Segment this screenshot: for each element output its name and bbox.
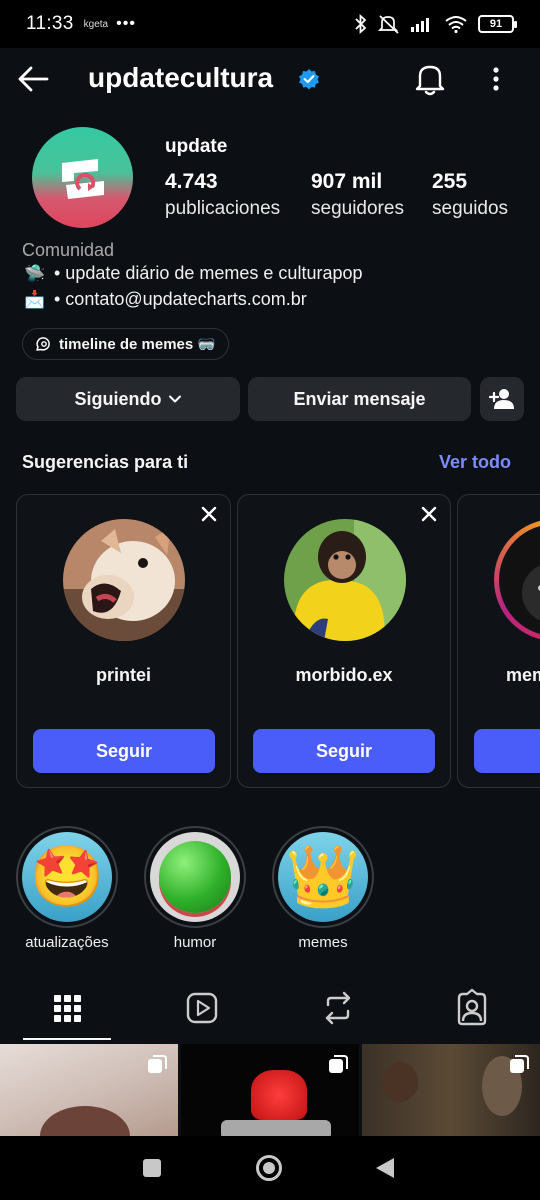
stat-posts-value: 4.743 xyxy=(165,170,218,193)
post-thumbnail xyxy=(251,1070,307,1120)
bluetooth-icon xyxy=(355,14,367,34)
highlight-memes[interactable]: 👑 memes xyxy=(271,826,375,951)
suggestion-handle[interactable]: mem xyxy=(458,665,540,686)
message-button[interactable]: Enviar mensaje xyxy=(248,377,471,421)
highlight-humor[interactable]: humor xyxy=(143,826,247,951)
carousel-icon xyxy=(329,1055,348,1073)
post-thumbnail xyxy=(382,1062,418,1102)
bio-line: 📩 • contato@updatecharts.com.br xyxy=(22,289,307,310)
back-button-icon[interactable] xyxy=(374,1156,396,1180)
highlight-cover: 🤩 xyxy=(22,832,112,922)
bio-text: • update diário de memes e culturapop xyxy=(54,263,363,283)
monkey-avatar-image xyxy=(284,519,406,641)
profile-header: updatecultura xyxy=(0,48,540,110)
threads-icon xyxy=(36,337,50,351)
highlight-cover: 👑 xyxy=(278,832,368,922)
suggestion-avatar[interactable] xyxy=(494,519,540,641)
grid-tab-icon[interactable] xyxy=(47,988,87,1028)
reposts-tab-icon[interactable] xyxy=(318,988,358,1028)
suggest-people-button[interactable] xyxy=(480,377,524,421)
threads-chip-label: timeline de memes 🥽 xyxy=(59,336,217,353)
verified-badge-icon xyxy=(299,69,319,90)
wifi-icon xyxy=(445,16,467,33)
post-thumbnail xyxy=(40,1106,130,1136)
ufo-icon: 🛸 xyxy=(24,263,46,283)
message-button-label: Enviar mensaje xyxy=(293,388,426,409)
tagged-tab-icon[interactable] xyxy=(452,988,492,1028)
suggestion-avatar[interactable] xyxy=(284,519,406,641)
more-options-icon[interactable] xyxy=(484,64,508,94)
update-logo-icon xyxy=(61,158,104,199)
following-button[interactable]: Siguiendo xyxy=(16,377,240,421)
threads-chip[interactable]: timeline de memes 🥽 xyxy=(22,328,230,360)
signal-icon xyxy=(411,18,429,32)
dismiss-icon[interactable] xyxy=(418,503,440,525)
reels-tab-icon[interactable] xyxy=(182,988,222,1028)
following-button-label: Siguiendo xyxy=(74,388,162,409)
add-person-icon xyxy=(489,389,514,409)
highlight-ring: 🤩 xyxy=(16,826,118,928)
follow-button[interactable]: S xyxy=(474,729,540,773)
dog-avatar-image xyxy=(63,519,185,641)
highlight-ring: 👑 xyxy=(272,826,374,928)
suggestion-card[interactable]: mem S xyxy=(457,494,540,788)
chevron-down-icon xyxy=(168,395,181,403)
bio-email-link[interactable]: • contato@updatecharts.com.br xyxy=(54,289,307,310)
suggestion-handle[interactable]: morbido.ex xyxy=(238,665,450,686)
stat-followers[interactable]: 907 mil seguidores xyxy=(311,170,404,220)
suggestion-handle[interactable]: printei xyxy=(17,665,230,686)
carousel-icon xyxy=(510,1055,529,1073)
status-more-dots: ••• xyxy=(116,15,136,32)
highlight-ring xyxy=(144,826,246,928)
follow-button[interactable]: Seguir xyxy=(253,729,435,773)
notification-bell-icon[interactable] xyxy=(414,62,446,96)
profile-category: Comunidad xyxy=(22,240,115,260)
system-navigation-bar xyxy=(0,1136,540,1200)
green-ball-icon xyxy=(159,841,231,913)
post-tile[interactable] xyxy=(0,1044,178,1136)
post-tile[interactable] xyxy=(181,1044,359,1136)
carousel-icon xyxy=(148,1055,167,1073)
highlight-label: atualizações xyxy=(25,934,109,951)
profile-username: updatecultura xyxy=(88,62,274,93)
envelope-icon: 📩 xyxy=(24,289,46,309)
suggestion-avatar[interactable] xyxy=(63,519,185,641)
stat-followers-label: seguidores xyxy=(311,198,404,219)
battery-level: 91 xyxy=(489,18,503,30)
recents-button-icon[interactable] xyxy=(142,1158,162,1178)
bio-line: 🛸 • update diário de memes e culturapop xyxy=(22,263,363,284)
stat-followers-value: 907 mil xyxy=(311,170,383,193)
battery-indicator: 91 xyxy=(478,15,517,33)
profile-avatar[interactable] xyxy=(32,127,133,228)
follow-button[interactable]: Seguir xyxy=(33,729,215,773)
suggestion-card[interactable]: printei Seguir xyxy=(16,494,231,788)
stat-posts-label: publicaciones xyxy=(165,198,281,219)
silent-icon xyxy=(378,15,399,34)
status-bar: 11:33 kgeta ••• 91 xyxy=(0,0,540,48)
stat-posts[interactable]: 4.743 publicaciones xyxy=(165,170,280,220)
suggestions-title: Sugerencias para ti xyxy=(22,452,189,472)
stat-following[interactable]: 255 seguidos xyxy=(432,170,508,220)
back-arrow-icon[interactable] xyxy=(16,62,50,96)
see-all-link[interactable]: Ver todo xyxy=(439,452,511,473)
star-struck-emoji-icon: 🤩 xyxy=(29,843,105,910)
highlight-cover xyxy=(150,832,240,922)
suggestion-card[interactable]: morbido.ex Seguir xyxy=(237,494,451,788)
cat-avatar-image xyxy=(499,524,540,636)
profile-display-name: update xyxy=(165,136,228,157)
post-tile[interactable] xyxy=(362,1044,540,1136)
crown-emoji-icon: 👑 xyxy=(285,843,361,910)
stat-following-label: seguidos xyxy=(432,198,509,219)
highlight-label: humor xyxy=(173,934,217,951)
highlight-atualizacoes[interactable]: 🤩 atualizações xyxy=(15,826,119,951)
status-app-label: kgeta xyxy=(83,18,109,30)
stat-following-value: 255 xyxy=(432,170,468,193)
dismiss-icon[interactable] xyxy=(198,503,220,525)
highlight-label: memes xyxy=(298,934,348,951)
active-tab-indicator xyxy=(23,1038,111,1040)
home-button-icon[interactable] xyxy=(254,1153,284,1183)
status-time: 11:33 xyxy=(26,13,74,34)
